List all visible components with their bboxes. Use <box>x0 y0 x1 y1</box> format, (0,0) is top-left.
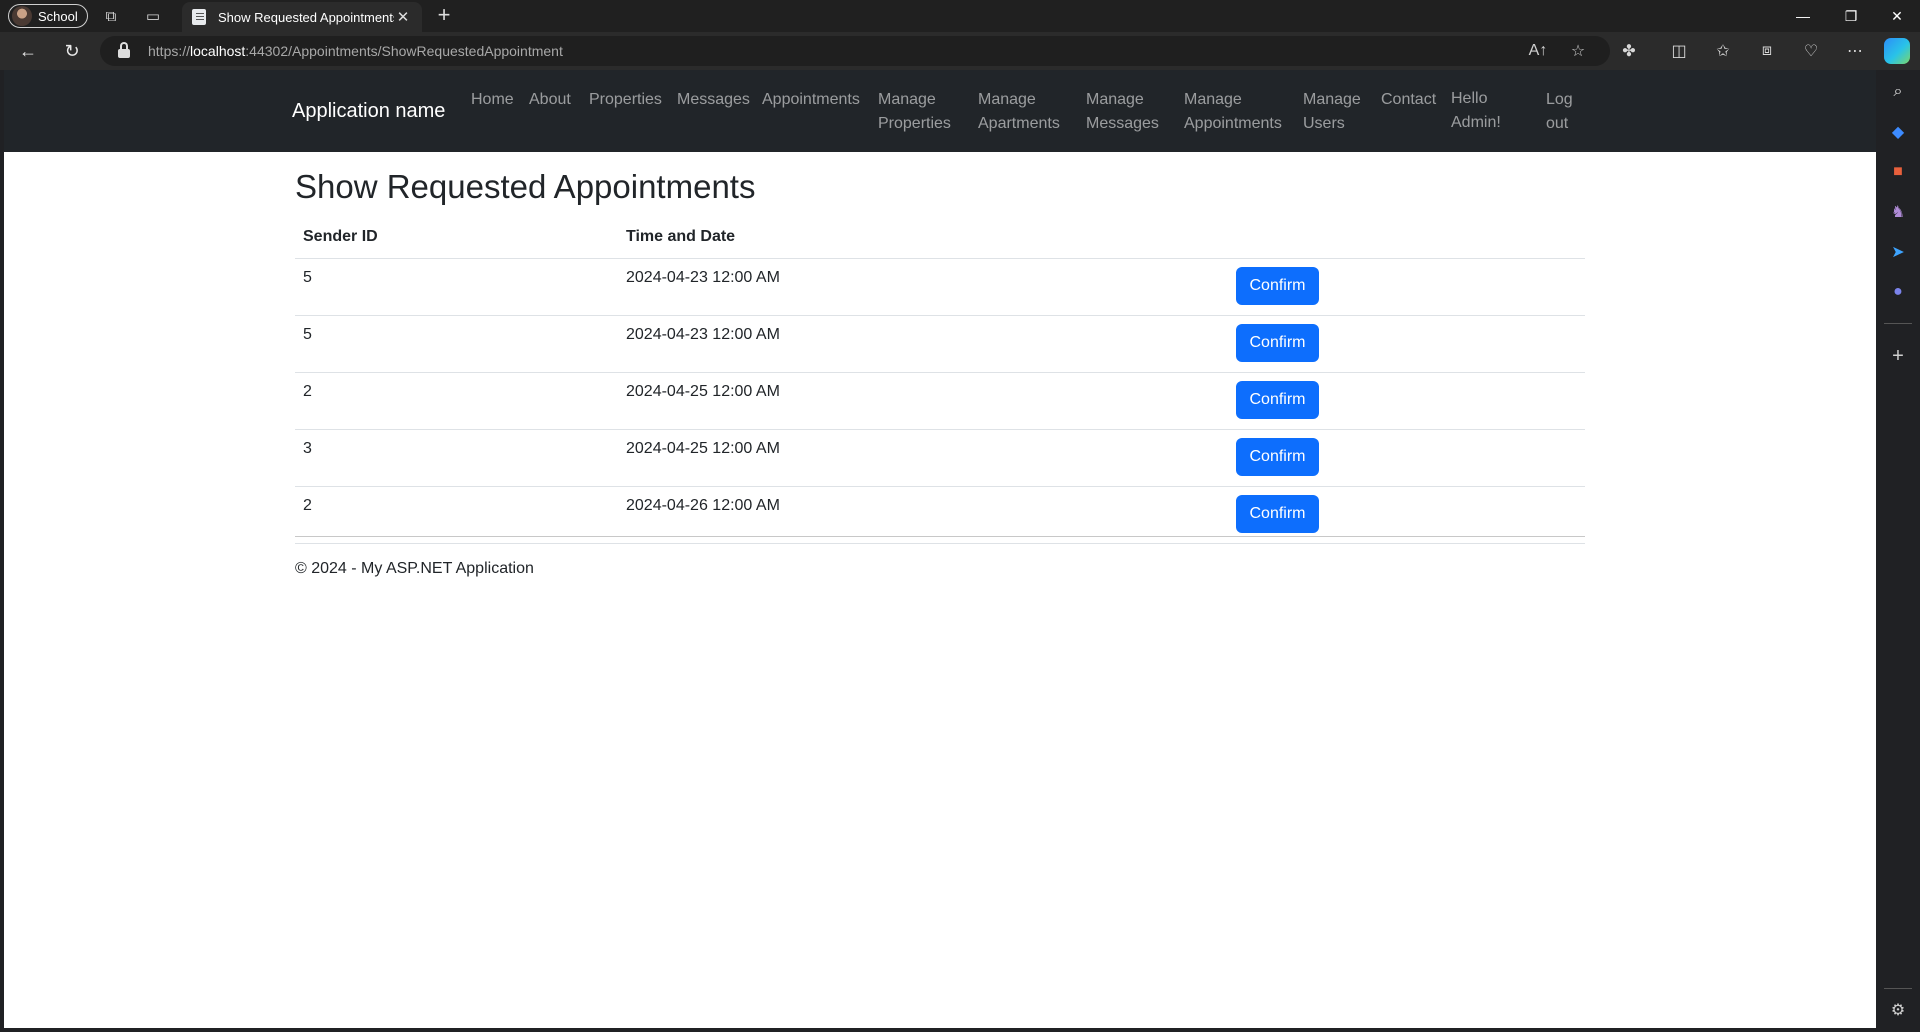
cell-sender-id: 3 <box>295 429 618 487</box>
cell-sender-id: 5 <box>295 258 618 316</box>
sidebar-games-icon[interactable]: ♞ <box>1884 200 1912 224</box>
tab-title: Show Requested Appointments <box>218 9 394 25</box>
confirm-button[interactable]: Confirm <box>1236 494 1319 533</box>
nav-appointments[interactable]: Appointments <box>762 88 860 112</box>
close-window-button[interactable]: ✕ <box>1874 0 1920 32</box>
confirm-button[interactable]: Confirm <box>1236 380 1319 419</box>
workspaces-icon[interactable]: ⧉ <box>100 6 122 26</box>
confirm-button[interactable]: Confirm <box>1236 437 1319 476</box>
header-actions <box>1228 218 1585 259</box>
confirm-button[interactable]: Confirm <box>1236 323 1319 362</box>
table-row: 5 2024-04-23 12:00 AM Confirm <box>295 315 1585 373</box>
profile-button[interactable]: School <box>8 4 88 28</box>
split-screen-icon[interactable]: ◫ <box>1666 40 1692 62</box>
page-favicon-icon <box>192 9 206 25</box>
browser-tab-bar: School ⧉ ▭ Show Requested Appointments ✕… <box>0 0 1920 32</box>
sidebar-tools-icon[interactable]: ■ <box>1884 160 1912 184</box>
confirm-button[interactable]: Confirm <box>1236 266 1319 305</box>
nav-contact[interactable]: Contact <box>1381 88 1436 112</box>
collections-icon[interactable]: ⧈ <box>1754 40 1780 62</box>
url-text[interactable]: https://localhost:44302/Appointments/Sho… <box>148 43 563 59</box>
sidebar-search-icon[interactable]: ⌕ <box>1884 80 1912 104</box>
table-row: 5 2024-04-23 12:00 AM Confirm <box>295 258 1585 316</box>
nav-home[interactable]: Home <box>471 88 514 112</box>
lock-icon[interactable] <box>118 42 130 58</box>
cell-datetime: 2024-04-25 12:00 AM <box>618 372 1228 430</box>
header-sender-id: Sender ID <box>295 218 618 259</box>
table-header-row: Sender ID Time and Date <box>295 218 1585 259</box>
new-tab-button[interactable]: + <box>432 4 456 28</box>
back-icon[interactable]: ← <box>16 40 40 62</box>
footer-divider <box>295 536 1585 537</box>
nav-messages[interactable]: Messages <box>677 88 750 112</box>
extensions-icon[interactable]: ✤ <box>1616 40 1642 62</box>
footer-copyright: © 2024 - My ASP.NET Application <box>295 560 534 577</box>
nav-manage-apartments[interactable]: Manage Apartments <box>978 88 1060 136</box>
read-aloud-icon[interactable]: A↑ <box>1526 40 1550 62</box>
sidebar-add-icon[interactable]: + <box>1884 344 1912 368</box>
nav-logout[interactable]: Log out <box>1546 88 1573 136</box>
cell-datetime: 2024-04-23 12:00 AM <box>618 258 1228 316</box>
nav-manage-properties[interactable]: Manage Properties <box>878 88 951 136</box>
sidebar-divider <box>1884 988 1912 989</box>
minimize-button[interactable]: — <box>1780 0 1826 32</box>
sidebar-send-icon[interactable]: ➤ <box>1884 240 1912 264</box>
appointments-table: Sender ID Time and Date 5 2024-04-23 12:… <box>295 218 1585 544</box>
nav-properties[interactable]: Properties <box>589 88 662 112</box>
refresh-icon[interactable]: ↻ <box>60 40 84 62</box>
profile-name: School <box>38 8 78 24</box>
sidebar-teams-icon[interactable]: ● <box>1884 280 1912 304</box>
nav-manage-users[interactable]: Manage Users <box>1303 88 1361 136</box>
nav-manage-messages[interactable]: Manage Messages <box>1086 88 1159 136</box>
cell-datetime: 2024-04-26 12:00 AM <box>618 486 1228 544</box>
tab-actions-icon[interactable]: ▭ <box>142 6 164 26</box>
tab-close-icon[interactable]: ✕ <box>394 8 412 26</box>
nav-hello-admin[interactable]: Hello Admin! <box>1451 87 1501 135</box>
cell-action: Confirm <box>1228 372 1585 430</box>
page-title: Show Requested Appointments <box>295 168 756 205</box>
cell-sender-id: 2 <box>295 372 618 430</box>
header-time-and-date: Time and Date <box>618 218 1228 259</box>
table-row: 2 2024-04-25 12:00 AM Confirm <box>295 372 1585 430</box>
cell-action: Confirm <box>1228 258 1585 316</box>
cell-action: Confirm <box>1228 315 1585 373</box>
favorites-icon[interactable]: ✩ <box>1710 40 1736 62</box>
cell-action: Confirm <box>1228 486 1585 544</box>
favorite-star-icon[interactable]: ☆ <box>1566 40 1590 62</box>
more-menu-icon[interactable]: ⋯ <box>1842 40 1868 62</box>
cell-datetime: 2024-04-23 12:00 AM <box>618 315 1228 373</box>
nav-manage-appointments[interactable]: Manage Appointments <box>1184 88 1282 136</box>
cell-sender-id: 5 <box>295 315 618 373</box>
page-viewport: Application name Home About Properties M… <box>4 70 1876 1028</box>
browser-essentials-icon[interactable]: ♡ <box>1798 40 1824 62</box>
restore-button[interactable]: ❐ <box>1828 0 1874 32</box>
table-row: 3 2024-04-25 12:00 AM Confirm <box>295 429 1585 487</box>
cell-sender-id: 2 <box>295 486 618 544</box>
brand-link[interactable]: Application name <box>292 100 445 123</box>
copilot-icon[interactable] <box>1884 38 1910 64</box>
sidebar-divider <box>1884 323 1912 324</box>
active-tab[interactable]: Show Requested Appointments ✕ <box>182 2 422 32</box>
sidebar-shopping-icon[interactable]: ◆ <box>1884 120 1912 144</box>
cell-datetime: 2024-04-25 12:00 AM <box>618 429 1228 487</box>
table-row: 2 2024-04-26 12:00 AM Confirm <box>295 486 1585 544</box>
avatar <box>12 6 32 26</box>
nav-about[interactable]: About <box>529 88 571 112</box>
app-navbar: Application name Home About Properties M… <box>4 70 1876 152</box>
sidebar-settings-icon[interactable]: ⚙ <box>1884 998 1912 1022</box>
cell-action: Confirm <box>1228 429 1585 487</box>
